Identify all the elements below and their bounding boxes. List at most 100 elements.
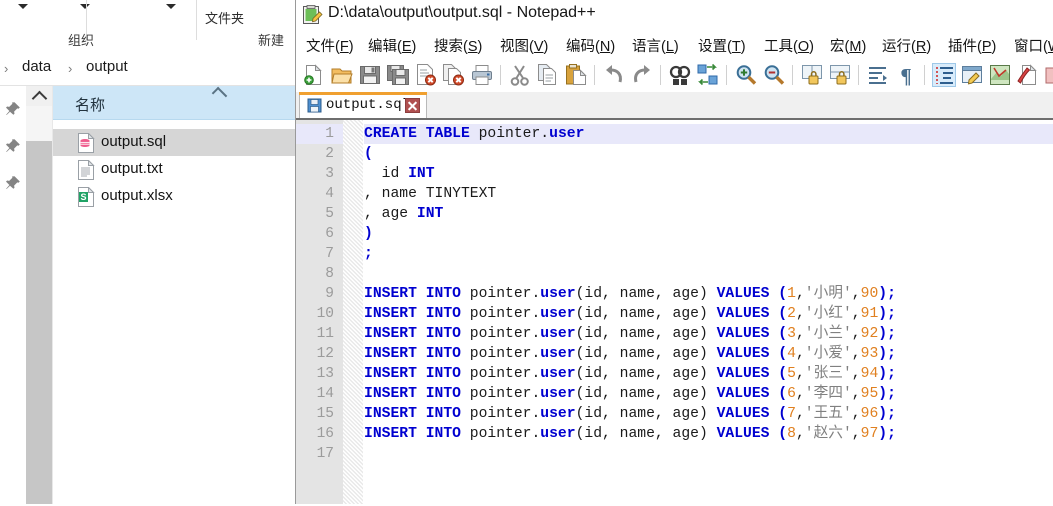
list-item[interactable]: S output.xlsx [53,183,295,210]
scrollbar-thumb[interactable] [26,141,52,504]
code-token: , [795,346,805,362]
menu-item-encoding[interactable]: 编码(N) [564,34,617,57]
menu-item-file[interactable]: 文件(F) [304,34,356,57]
ribbon-caret-1[interactable] [18,4,28,9]
print-icon[interactable] [470,63,494,87]
code-line[interactable]: INSERT INTO pointer.user(id, name, age) … [364,364,1053,384]
list-item[interactable]: output.txt [53,156,295,183]
code-token: VALUES [716,326,779,342]
code-line[interactable] [364,444,1053,464]
zoom-in-icon[interactable] [734,63,758,87]
line-number: 13 [316,366,334,382]
ribbon-caret-3[interactable] [166,4,176,9]
code-token: , [851,426,861,442]
navigation-pane-scrollbar[interactable] [26,86,52,504]
saved-document-icon [307,98,322,113]
menu-item-plugins[interactable]: 插件(P) [946,34,998,57]
code-line[interactable]: id INT [364,164,1053,184]
code-line[interactable]: INSERT INTO pointer.user(id, name, age) … [364,324,1053,344]
excel-file-icon: S [77,186,95,207]
ribbon-caret-2[interactable] [80,4,90,9]
code-line[interactable]: CREATE TABLE pointer.user [364,124,1053,144]
user-defined-dialog-icon[interactable] [960,63,984,87]
new-folder-button[interactable]: 文件夹 [205,8,244,27]
scrollbar-up-button[interactable] [26,86,52,107]
breadcrumb[interactable]: › data › output [0,51,295,86]
zoom-out-icon[interactable] [762,63,786,87]
paste-icon[interactable] [564,63,588,87]
code-line[interactable]: ( [364,144,1053,164]
code-line[interactable]: ) [364,224,1053,244]
folder-as-workspace-icon[interactable] [1044,63,1053,87]
save-all-icon[interactable] [386,63,410,87]
pin-icon-3[interactable] [5,175,21,191]
code-line[interactable]: INSERT INTO pointer.user(id, name, age) … [364,384,1053,404]
pin-icon-2[interactable] [5,138,21,154]
menu-item-language[interactable]: 语言(L) [630,34,681,57]
list-item[interactable]: output.sql [53,129,295,156]
line-number-gutter: 1 2 3 4 5 6 7 8 9 10 11 12 13 14 15 16 17 [296,120,343,504]
breadcrumb-item-data[interactable]: data [22,58,51,75]
undo-icon[interactable] [602,63,626,87]
close-icon[interactable] [405,98,420,113]
line-number: 4 [325,186,334,202]
notepad-plus-plus-window: D:\data\output\output.sql - Notepad++ 文件… [295,0,1053,506]
sync-vertical-scroll-icon[interactable] [800,63,824,87]
notepad-plus-plus-app-icon [301,4,323,26]
function-list-icon[interactable] [1016,63,1040,87]
code-token: user [540,366,576,382]
replace-icon[interactable] [696,63,720,87]
code-content[interactable]: CREATE TABLE pointer.user ( id INT, name … [364,120,1053,504]
breadcrumb-item-output[interactable]: output [86,58,128,75]
word-wrap-icon[interactable] [866,63,890,87]
menu-item-edit[interactable]: 编辑(E) [366,34,418,57]
copy-icon[interactable] [536,63,560,87]
menu-item-view[interactable]: 视图(V) [498,34,550,57]
code-token: ); [878,306,896,322]
code-token: . [540,126,550,142]
cut-icon[interactable] [508,63,532,87]
code-line[interactable]: ; [364,244,1053,264]
code-token: user [540,386,576,402]
code-line[interactable]: INSERT INTO pointer.user(id, name, age) … [364,284,1053,304]
code-token: 90 [860,286,879,302]
line-number: 8 [325,266,334,282]
new-file-icon[interactable] [302,63,326,87]
code-line[interactable]: INSERT INTO pointer.user(id, name, age) … [364,304,1053,324]
tab-output-sql[interactable]: output.sql [299,92,427,118]
text-file-icon [77,159,95,180]
find-icon[interactable] [668,63,692,87]
code-line[interactable]: INSERT INTO pointer.user(id, name, age) … [364,344,1053,364]
menu-item-settings[interactable]: 设置(T) [696,34,748,57]
menu-item-run[interactable]: 运行(R) [880,34,933,57]
sync-horizontal-scroll-icon[interactable] [828,63,852,87]
menu-item-macro[interactable]: 宏(M) [828,34,868,57]
toolbar: ¶ [296,58,1053,93]
close-all-icon[interactable] [442,63,466,87]
close-file-icon[interactable] [414,63,438,87]
menu-item-tools[interactable]: 工具(O) [762,34,816,57]
fold-margin[interactable] [343,120,406,504]
code-line[interactable]: , name TINYTEXT [364,184,1053,204]
code-token: , [851,406,861,422]
code-editor[interactable]: 1 2 3 4 5 6 7 8 9 10 11 12 13 14 15 16 17 CREATE TABLE p… [296,118,1053,506]
indent-guide-icon[interactable] [932,63,956,87]
open-file-icon[interactable] [330,63,354,87]
code-line[interactable]: , age INT [364,204,1053,224]
code-line[interactable]: INSERT INTO pointer.user(id, name, age) … [364,424,1053,444]
pin-icon-1[interactable] [5,101,21,117]
code-token: pointer. [469,366,541,382]
code-token: 1 [787,286,796,302]
menu-item-window[interactable]: 窗口(W) [1012,34,1053,57]
menu-item-search[interactable]: 搜索(S) [432,34,484,57]
code-line[interactable]: INSERT INTO pointer.user(id, name, age) … [364,404,1053,424]
save-icon[interactable] [358,63,382,87]
column-header-name[interactable]: 名称 [53,86,295,120]
code-token: , [795,326,805,342]
code-token: ( [364,146,373,162]
code-line[interactable] [364,264,1053,284]
show-document-map-icon[interactable] [988,63,1012,87]
list-item-label: output.sql [101,133,167,150]
show-all-characters-icon[interactable]: ¶ [894,63,918,87]
redo-icon[interactable] [630,63,654,87]
